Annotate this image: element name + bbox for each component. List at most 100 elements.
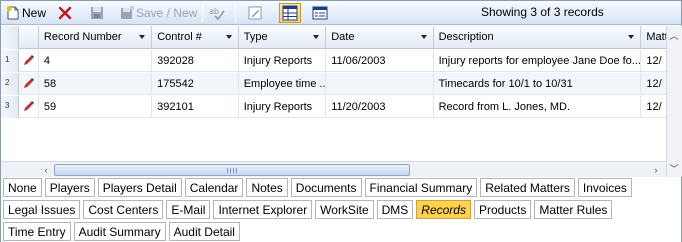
cell-control: 392028 <box>152 50 239 72</box>
edit-form-button[interactable] <box>247 4 263 22</box>
edit-form-icon <box>247 5 263 21</box>
tab-players-detail[interactable]: Players Detail <box>97 178 182 197</box>
column-label: Record Number <box>43 31 122 43</box>
chevron-right-icon: › <box>654 165 658 175</box>
chevron-left-icon: ‹ <box>44 165 48 175</box>
horizontal-scrollbar[interactable]: ‹ › <box>1 161 666 177</box>
spellcheck-button[interactable]: ab <box>209 4 225 22</box>
new-button[interactable]: New <box>5 4 46 22</box>
cell-record-number: 58 <box>39 73 153 95</box>
chevron-up-icon: ︿ <box>669 30 679 41</box>
cell-date: 11/06/2003 <box>326 50 434 72</box>
column-label: Description <box>438 31 494 43</box>
tab-records[interactable]: Records <box>416 200 471 219</box>
dropdown-arrow-icon[interactable] <box>420 35 427 39</box>
table-row[interactable]: 2 58 175542 Employee time ... Timecards … <box>1 73 667 95</box>
svg-text:ab: ab <box>209 7 219 16</box>
save-disk-icon <box>89 5 105 21</box>
form-view-toggle[interactable] <box>309 3 331 23</box>
records-grid: Record Number Control # Type Date Descri… <box>1 26 667 161</box>
row-number: 3 <box>1 96 19 118</box>
cell-matter: 12/ <box>641 96 667 118</box>
cell-description: Injury reports for employee Jane Doe fo.… <box>434 50 642 72</box>
tab-financial-summary[interactable]: Financial Summary <box>364 178 478 197</box>
table-row[interactable]: 1 4 392028 Injury Reports 11/06/2003 Inj… <box>1 50 667 72</box>
grid-view-toggle[interactable] <box>279 3 301 23</box>
grid-header: Record Number Control # Type Date Descri… <box>1 26 667 49</box>
dropdown-arrow-icon[interactable] <box>139 35 146 39</box>
toolbar-separator <box>235 4 236 22</box>
column-header-description[interactable]: Description <box>434 26 642 49</box>
new-button-label: New <box>22 6 47 20</box>
cell-type: Injury Reports <box>239 50 327 72</box>
new-document-icon <box>5 5 21 21</box>
tab-internet-explorer[interactable]: Internet Explorer <box>213 200 313 219</box>
tab-calendar[interactable]: Calendar <box>184 178 244 197</box>
column-label: Date <box>331 31 355 43</box>
vertical-scrollbar[interactable]: ︿ ﹀ <box>666 26 682 177</box>
scroll-right-button[interactable]: › <box>649 163 663 177</box>
edit-row-button[interactable] <box>19 73 39 95</box>
cell-control: 175542 <box>152 73 239 95</box>
edit-row-button[interactable] <box>19 96 39 118</box>
records-window: New Save / New ab Showing 3 of 3 records… <box>0 0 682 242</box>
save-new-label: Save / New <box>136 6 198 20</box>
tab-cost-centers[interactable]: Cost Centers <box>83 200 164 219</box>
edit-column-header <box>19 26 39 49</box>
chevron-down-icon: ﹀ <box>669 163 679 174</box>
table-row[interactable]: 3 59 392101 Injury Reports 11/20/2003 Re… <box>1 96 667 118</box>
delete-x-icon <box>57 5 73 21</box>
cell-description: Record from L. Jones, MD. <box>434 96 642 118</box>
tab-related-matters[interactable]: Related Matters <box>480 178 575 197</box>
save-new-disk-icon <box>119 5 135 21</box>
tab-email[interactable]: E-Mail <box>166 200 211 219</box>
tab-matter-rules[interactable]: Matter Rules <box>534 200 613 219</box>
column-header-date[interactable]: Date <box>326 26 434 49</box>
grid-view-icon <box>282 5 298 21</box>
records-count-status: Showing 3 of 3 records <box>481 5 604 19</box>
tab-invoices[interactable]: Invoices <box>577 178 632 197</box>
tab-players[interactable]: Players <box>44 178 95 197</box>
tab-worksite[interactable]: WorkSite <box>315 200 374 219</box>
tab-legal-issues[interactable]: Legal Issues <box>3 200 81 219</box>
dropdown-arrow-icon[interactable] <box>313 35 320 39</box>
column-header-matter[interactable]: Matter <box>641 26 667 49</box>
cell-type: Employee time ... <box>239 73 327 95</box>
tab-audit-detail[interactable]: Audit Detail <box>168 222 240 241</box>
tab-documents[interactable]: Documents <box>290 178 362 197</box>
column-label: Matter <box>646 31 667 43</box>
tab-time-entry[interactable]: Time Entry <box>3 222 71 241</box>
column-header-record-number[interactable]: Record Number <box>39 26 153 49</box>
tab-row-2: Legal Issues Cost Centers E-Mail Interne… <box>3 200 615 220</box>
tab-products[interactable]: Products <box>473 200 532 219</box>
tab-strip: None Players Players Detail Calendar Not… <box>1 177 681 242</box>
tab-row-1: None Players Players Detail Calendar Not… <box>3 178 635 198</box>
cell-control: 392101 <box>152 96 239 118</box>
form-view-icon <box>312 5 328 21</box>
scroll-up-button[interactable]: ︿ <box>667 28 681 42</box>
scroll-down-button[interactable]: ﹀ <box>667 161 681 175</box>
cell-date: 11/20/2003 <box>326 96 434 118</box>
horizontal-scroll-thumb[interactable] <box>54 164 410 176</box>
cell-date <box>326 73 434 95</box>
cell-matter: 12/ <box>641 73 667 95</box>
cell-matter: 12/ <box>641 50 667 72</box>
dropdown-arrow-icon[interactable] <box>628 35 635 39</box>
grip-icon <box>227 168 237 173</box>
save-new-button[interactable]: Save / New <box>119 4 197 22</box>
scroll-left-button[interactable]: ‹ <box>39 163 53 177</box>
tab-none[interactable]: None <box>3 178 42 197</box>
column-header-control[interactable]: Control # <box>152 26 239 49</box>
column-header-type[interactable]: Type <box>239 26 327 49</box>
tab-dms[interactable]: DMS <box>376 200 414 219</box>
cell-type: Injury Reports <box>239 96 327 118</box>
delete-button[interactable] <box>57 4 73 22</box>
edit-row-button[interactable] <box>19 50 39 72</box>
cell-description: Timecards for 10/1 to 10/31 <box>434 73 642 95</box>
dropdown-arrow-icon[interactable] <box>225 35 232 39</box>
save-button[interactable] <box>89 4 105 22</box>
tab-audit-summary[interactable]: Audit Summary <box>73 222 166 241</box>
tab-notes[interactable]: Notes <box>246 178 288 197</box>
row-number: 1 <box>1 50 19 72</box>
cell-record-number: 4 <box>39 50 153 72</box>
